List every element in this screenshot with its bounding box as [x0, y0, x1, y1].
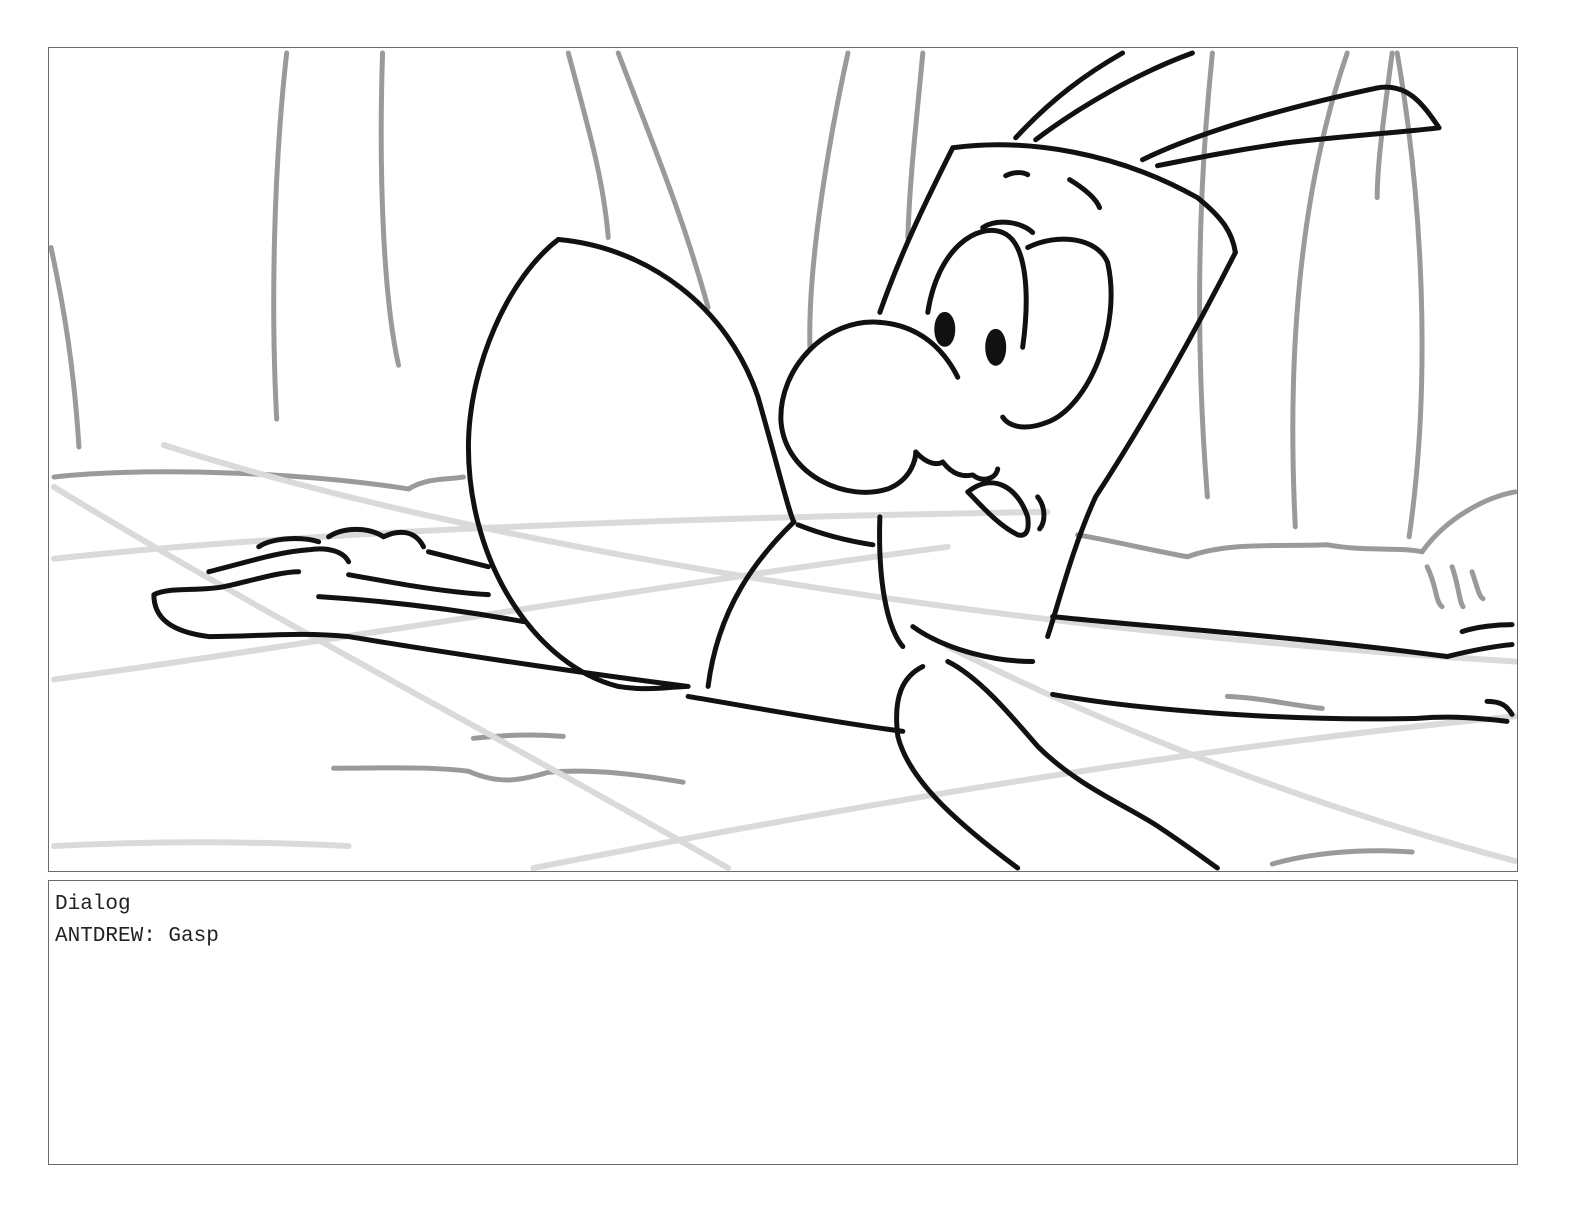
dialog-box: Dialog ANTDREW: Gasp [48, 880, 1518, 1165]
dialog-heading: Dialog [55, 893, 131, 916]
dialog-line: ANTDREW: Gasp [55, 925, 219, 948]
storyboard-panel [48, 47, 1518, 872]
storyboard-sketch [49, 50, 1517, 871]
